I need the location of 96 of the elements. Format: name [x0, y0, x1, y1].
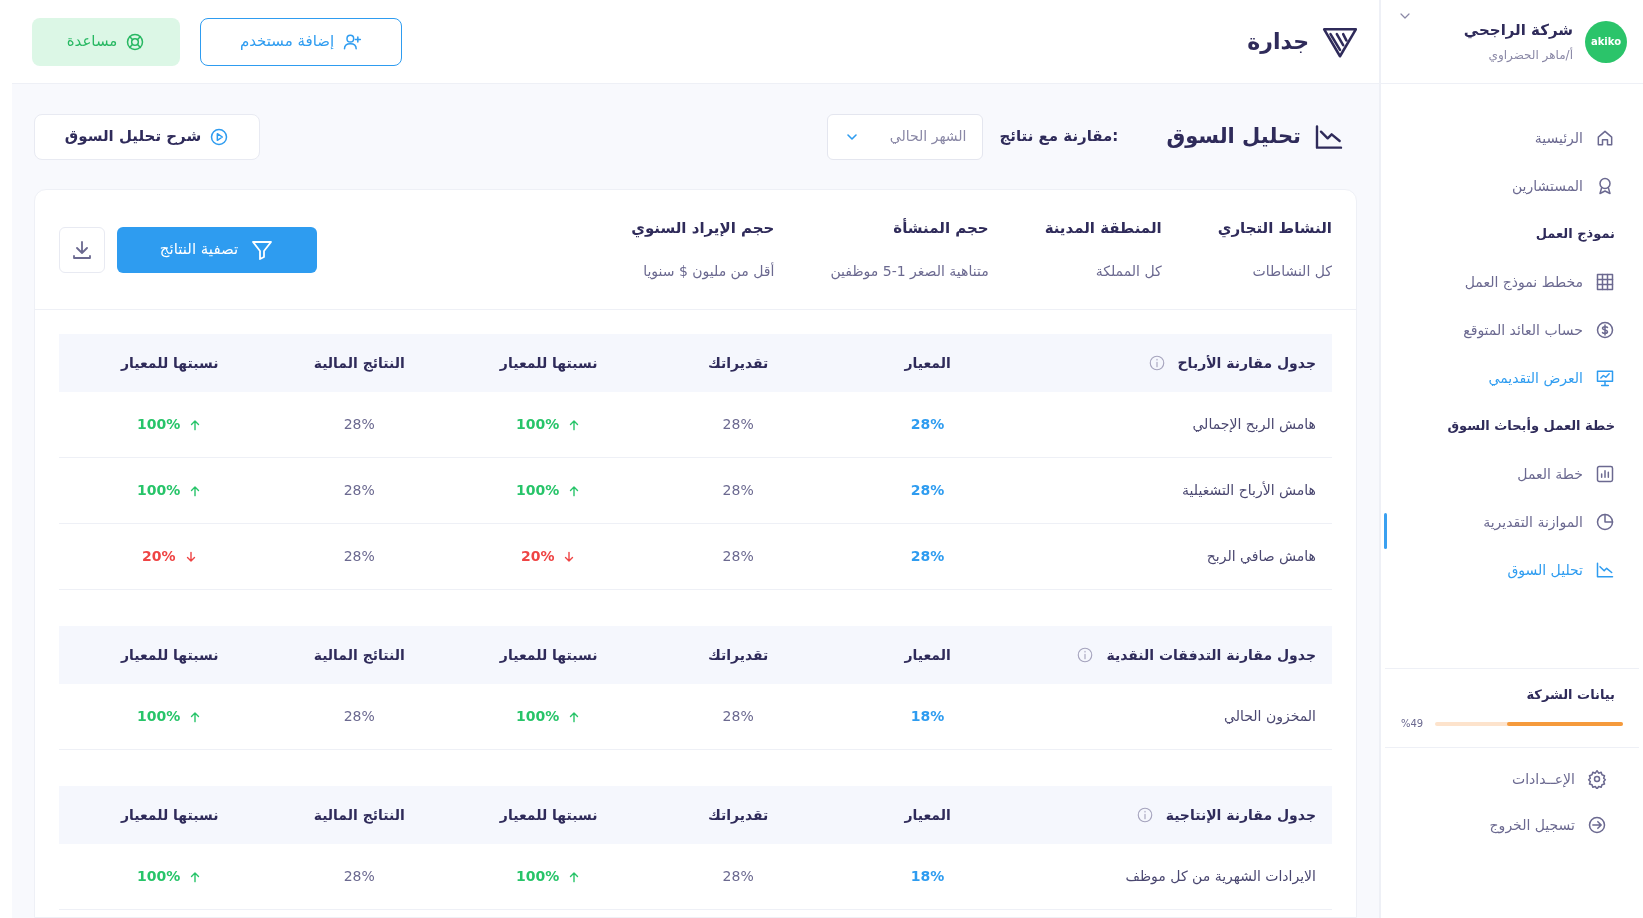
- bar-chart-icon: [1595, 464, 1615, 484]
- filter-value: كل المملكة: [1094, 262, 1162, 282]
- sidebar-item[interactable]: تسجيل الخروج: [1401, 802, 1623, 848]
- table-title: جدول مقارنة الأرباح: [1177, 353, 1316, 374]
- home-icon: [1595, 128, 1615, 148]
- logout-icon: [1587, 815, 1607, 835]
- table-cell: 100%: [516, 706, 582, 727]
- column-header: نسبتها للمعيار: [498, 805, 599, 826]
- progress-reading: %49: [1401, 717, 1424, 731]
- play-icon: [209, 126, 230, 147]
- column-header: نسبتها للمعيار: [498, 353, 599, 374]
- sidebar-item[interactable]: الموازنة التقديرية: [1401, 498, 1623, 546]
- company-name: شركة الراجحي: [1462, 20, 1573, 42]
- table-cell-text: 28%: [722, 547, 754, 566]
- sidebar-item[interactable]: الرئيسية: [1401, 114, 1623, 162]
- filter-label: المنطقة المدينة: [1044, 217, 1162, 239]
- table-cell-text: 28%: [722, 481, 754, 500]
- dollar-icon: [1595, 320, 1615, 340]
- table-cell-text: 28%: [722, 707, 754, 726]
- download-button[interactable]: [59, 226, 105, 273]
- row-label: الايرادات الشهرية من كل موظف: [1124, 867, 1316, 887]
- company-data-title: بيانات الشركة: [1525, 685, 1616, 704]
- table-cell-text: 28%: [343, 707, 375, 726]
- brand-name: جدارة: [1247, 28, 1309, 56]
- table-cell: 100%: [516, 480, 582, 501]
- settings-icon: [1587, 769, 1607, 789]
- table-cell: 100%: [137, 414, 203, 435]
- column-header: النتائج المالية: [312, 645, 406, 666]
- grid-icon: [1595, 272, 1615, 292]
- table-cell-text: 18%: [910, 867, 945, 886]
- table-cell-text: 28%: [343, 481, 375, 500]
- table-cell-text: 28%: [910, 415, 945, 434]
- table-cell: 100%: [137, 706, 203, 727]
- table-cell-text: 18%: [910, 707, 945, 726]
- table-cell-text: 28%: [722, 415, 754, 434]
- sidebar-item[interactable]: المستشارين: [1401, 162, 1623, 210]
- nav-section-title: خطة العمل وأبحاث السوق: [1446, 416, 1616, 436]
- page-title: تحليل السوق: [1166, 122, 1301, 150]
- table-cell-text: 28%: [910, 547, 945, 566]
- sidebar-item[interactable]: خطة العمل: [1401, 450, 1623, 498]
- filter-label: النشاط التجاري: [1217, 217, 1332, 240]
- row-label: هامش الربح الإجمالي: [1191, 415, 1316, 435]
- user-name: أ/ماهر الحضراوي: [1487, 46, 1573, 64]
- table-cell: 20%: [520, 546, 577, 567]
- table-cell: 100%: [137, 480, 203, 501]
- line-chart-icon: [1595, 560, 1615, 580]
- sidebar-item[interactable]: الإعــدادات: [1401, 756, 1623, 802]
- filter-label: حجم الإيراد السنوي: [631, 217, 775, 240]
- sidebar-item[interactable]: مخطط نموذج العمل: [1401, 258, 1623, 306]
- sidebar-item[interactable]: حساب العائد المتوقع: [1401, 306, 1623, 354]
- month-dropdown[interactable]: الشهر الحالي: [827, 113, 984, 160]
- company-logo: akiko: [1585, 20, 1627, 63]
- presentation-icon: [1595, 368, 1615, 388]
- table-title: جدول مقارنة التدفقات النقدية: [1106, 645, 1316, 666]
- column-header: المعيار: [903, 353, 952, 373]
- table-cell-text: 28%: [910, 481, 945, 500]
- table-title: جدول مقارنة الإنتاجية: [1165, 805, 1316, 826]
- row-label: هامش صافي الربح: [1205, 547, 1316, 567]
- sidebar-item[interactable]: العرض التقديمي: [1401, 354, 1623, 402]
- filter-button[interactable]: تصفية النتائج: [117, 226, 317, 273]
- column-header: النتائج المالية: [312, 805, 406, 826]
- table-cell-text: 28%: [722, 867, 754, 886]
- filter-value: أقل من مليون $ سنويا: [642, 261, 775, 282]
- info-icon: [1076, 646, 1095, 664]
- column-header: نسبتها للمعيار: [119, 805, 220, 826]
- lifebuoy-icon: [125, 31, 146, 52]
- column-header: نسبتها للمعيار: [119, 645, 220, 666]
- scrollbar-thumb[interactable]: [1384, 513, 1387, 549]
- filter-value: كل النشاطات: [1251, 262, 1332, 282]
- column-header: تقديراتك: [706, 353, 770, 374]
- add-user-button[interactable]: إضافة مستخدم: [200, 17, 402, 66]
- compare-label: :مقارنة مع نتائج: [999, 126, 1119, 148]
- column-header: النتائج المالية: [312, 353, 406, 374]
- filter-label: حجم المنشأة: [892, 217, 989, 239]
- info-icon: [1147, 354, 1166, 372]
- row-label: هامش الأرباح التشغيلية: [1181, 480, 1316, 501]
- filter-value: متناهية الصغر 1-5 موظفين: [830, 262, 989, 282]
- column-header: المعيار: [903, 645, 952, 665]
- table-cell: 100%: [516, 414, 582, 435]
- table-cell: 20%: [142, 546, 198, 567]
- table-cell: 100%: [516, 866, 582, 887]
- nav-section-title: نموذج العمل: [1534, 225, 1616, 244]
- pie-chart-icon: [1595, 512, 1615, 532]
- explain-button[interactable]: شرح تحليل السوق: [34, 113, 260, 160]
- column-header: نسبتها للمعيار: [119, 353, 220, 374]
- table-cell-text: 28%: [343, 547, 375, 566]
- info-icon: [1135, 806, 1154, 824]
- column-header: نسبتها للمعيار: [498, 645, 599, 666]
- table-cell-text: 28%: [343, 867, 375, 886]
- sidebar-item[interactable]: تحليل السوق: [1401, 546, 1623, 594]
- column-header: تقديراتك: [706, 805, 770, 826]
- column-header: المعيار: [903, 805, 952, 825]
- table-cell-text: 28%: [343, 415, 375, 434]
- row-label: المخزون الحالي: [1223, 707, 1316, 727]
- column-header: تقديراتك: [706, 645, 770, 666]
- table-cell: 100%: [137, 866, 203, 887]
